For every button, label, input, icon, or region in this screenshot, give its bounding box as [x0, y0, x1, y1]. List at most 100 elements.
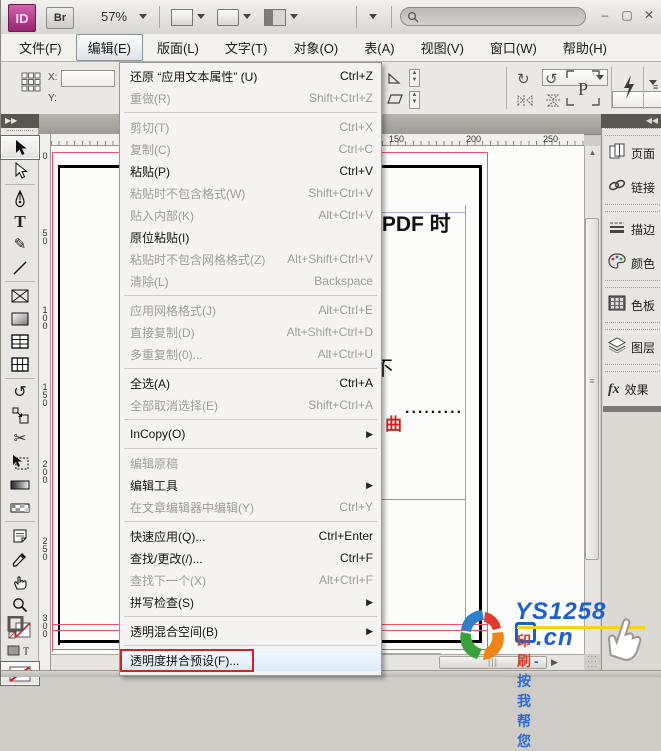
shear-stepper[interactable]: ▲▼: [409, 91, 420, 109]
menu-item-6[interactable]: 粘贴时不包含格式(W)Shift+Ctrl+V: [120, 182, 381, 204]
direct-selection-tool[interactable]: [1, 159, 39, 182]
menu-item-21[interactable]: 编辑原稿: [120, 452, 381, 474]
menu-item-27[interactable]: 查找下一个(X)Alt+Ctrl+F: [120, 569, 381, 591]
menu-item-17[interactable]: 全部取消选择(E)Shift+Ctrl+A: [120, 394, 381, 416]
menu-item-23[interactable]: 在文章编辑器中编辑(Y)Ctrl+Y: [120, 496, 381, 518]
flip-vertical-icon[interactable]: [545, 94, 561, 107]
tools-panel-header[interactable]: ▶▶: [1, 114, 39, 128]
scissors-tool[interactable]: ✂: [1, 427, 39, 450]
dock-panel-color[interactable]: 颜色: [603, 246, 661, 280]
menubar-item-4[interactable]: 对象(O): [281, 34, 350, 61]
menubar-item-2[interactable]: 版面(L): [145, 34, 211, 61]
dock-panel-fx[interactable]: fx效果: [603, 372, 661, 406]
dock-group-grip[interactable]: [605, 322, 660, 330]
menu-item-1[interactable]: 重做(R)Shift+Ctrl+Z: [120, 87, 381, 109]
x-coordinate-field[interactable]: [61, 70, 115, 87]
menubar-item-3[interactable]: 文字(T): [213, 34, 280, 61]
eyedropper-tool[interactable]: [1, 547, 39, 570]
screen-mode-caret[interactable]: [243, 14, 251, 19]
bridge-button[interactable]: Br: [46, 7, 74, 29]
search-input[interactable]: [400, 7, 586, 26]
menu-item-22[interactable]: 编辑工具▶: [120, 474, 381, 496]
scroll-right-arrow[interactable]: ▶: [551, 657, 558, 668]
zoom-tool[interactable]: [1, 593, 39, 616]
menu-item-10[interactable]: 清除(L)Backspace: [120, 270, 381, 292]
flip-horizontal-icon[interactable]: [517, 94, 533, 107]
vertical-scrollbar-thumb[interactable]: ≡: [585, 218, 599, 560]
note-tool[interactable]: [1, 524, 39, 547]
menu-item-16[interactable]: 全选(A)Ctrl+A: [120, 372, 381, 394]
rotate-cw-icon[interactable]: ↻: [517, 70, 530, 88]
menu-item-30[interactable]: 透明混合空间(B)▶: [120, 620, 381, 642]
close-button[interactable]: ✕: [641, 9, 657, 23]
menubar-item-7[interactable]: 窗口(W): [478, 34, 549, 61]
menu-item-shortcut: Alt+Shift+Ctrl+V: [287, 252, 373, 266]
menu-item-7[interactable]: 贴入内部(K)Alt+Ctrl+V: [120, 204, 381, 226]
dock-group-grip[interactable]: [605, 128, 660, 136]
rotate-ccw-icon[interactable]: ↺: [545, 70, 558, 88]
menu-item-28[interactable]: 拼写检查(S)▶: [120, 591, 381, 613]
workspace-caret[interactable]: [369, 14, 377, 19]
minimize-button[interactable]: –: [597, 9, 613, 23]
arrange-documents-caret[interactable]: [290, 14, 298, 19]
position-tool[interactable]: [1, 450, 39, 473]
menu-item-13[interactable]: 直接复制(D)Alt+Shift+Ctrl+D: [120, 321, 381, 343]
zoom-level-value[interactable]: 57%: [101, 9, 127, 24]
menu-item-25[interactable]: 快速应用(Q)...Ctrl+Enter: [120, 525, 381, 547]
fill-stroke-swatches[interactable]: [1, 616, 39, 639]
menu-item-3[interactable]: 剪切(T)Ctrl+X: [120, 116, 381, 138]
panel-menu-icon[interactable]: ≡: [653, 82, 658, 92]
submenu-arrow-icon: ▶: [366, 626, 373, 637]
menu-item-12[interactable]: 应用网格格式(J)Alt+Ctrl+E: [120, 299, 381, 321]
vertical-grid-tool[interactable]: [1, 353, 39, 376]
dock-collapse-header[interactable]: ◀◀: [601, 114, 661, 128]
gradient-feather-tool[interactable]: [1, 496, 39, 519]
dock-panel-stroke[interactable]: 描边: [603, 212, 661, 246]
hand-tool[interactable]: [1, 570, 39, 593]
pen-tool[interactable]: [1, 187, 39, 210]
reference-point-proxy-icon[interactable]: [21, 72, 41, 92]
pencil-tool[interactable]: ✎: [1, 233, 39, 256]
menu-item-0[interactable]: 还原 “应用文本属性” (U)Ctrl+Z: [120, 65, 381, 87]
dock-panel-layers[interactable]: 图层: [603, 330, 661, 364]
dock-panel-swatches[interactable]: 色板: [603, 288, 661, 322]
menu-item-5[interactable]: 粘贴(P)Ctrl+V: [120, 160, 381, 182]
view-options-caret[interactable]: [197, 14, 205, 19]
menu-item-8[interactable]: 原位粘贴(I): [120, 226, 381, 248]
dock-panel-links[interactable]: 链接: [603, 170, 661, 204]
scroll-up-arrow[interactable]: ▲: [585, 146, 600, 159]
screen-mode-icon[interactable]: [217, 9, 239, 26]
line-tool[interactable]: [1, 256, 39, 279]
rectangle-tool[interactable]: [1, 307, 39, 330]
view-options-icon[interactable]: [171, 9, 193, 26]
maximize-button[interactable]: ▢: [619, 9, 635, 23]
dock-panel-pages[interactable]: 页面: [603, 136, 661, 170]
menu-item-14[interactable]: 多重复制(0)...Alt+Ctrl+U: [120, 343, 381, 365]
dock-group-grip[interactable]: [605, 364, 660, 372]
menu-item-9[interactable]: 粘贴时不包含网格格式(Z)Alt+Shift+Ctrl+V: [120, 248, 381, 270]
dock-group-grip[interactable]: [605, 204, 660, 212]
menu-item-label: 查找下一个(X): [130, 572, 206, 589]
gradient-swatch-tool[interactable]: [1, 473, 39, 496]
zoom-dropdown-caret[interactable]: [139, 14, 147, 19]
menu-item-shortcut: Ctrl+Y: [339, 500, 373, 514]
scale-tool[interactable]: [1, 404, 39, 427]
type-tool[interactable]: T: [1, 210, 39, 233]
frame-tool[interactable]: [1, 284, 39, 307]
menubar-item-8[interactable]: 帮助(H): [551, 34, 619, 61]
menubar-item-1[interactable]: 编辑(E): [76, 34, 143, 61]
menu-item-4[interactable]: 复制(C)Ctrl+C: [120, 138, 381, 160]
menu-item-19[interactable]: InCopy(O)▶: [120, 423, 381, 445]
dock-group-grip[interactable]: [605, 280, 660, 288]
menubar-item-6[interactable]: 视图(V): [409, 34, 476, 61]
horizontal-grid-tool[interactable]: [1, 330, 39, 353]
menubar-item-0[interactable]: 文件(F): [7, 34, 74, 61]
rotation-stepper[interactable]: ▲▼: [409, 69, 420, 87]
menubar-item-5[interactable]: 表(A): [352, 34, 406, 61]
rotate-tool[interactable]: ↺: [1, 381, 39, 404]
formatting-toggle[interactable]: T: [1, 639, 39, 662]
arrange-documents-icon[interactable]: [264, 9, 286, 26]
selection-tool[interactable]: [1, 136, 39, 159]
quick-apply-lightning-icon[interactable]: [621, 74, 637, 100]
menu-item-26[interactable]: 查找/更改(/)...Ctrl+F: [120, 547, 381, 569]
